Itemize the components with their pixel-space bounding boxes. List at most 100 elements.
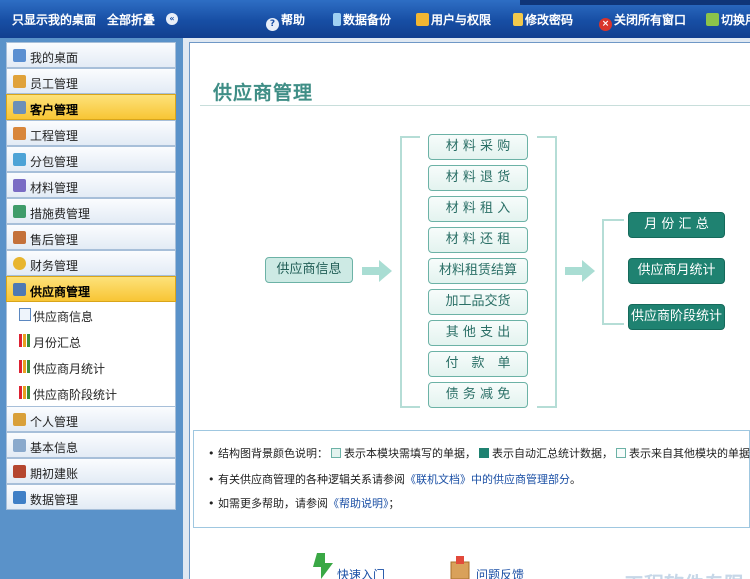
submenu-item-label: 供应商阶段统计 (33, 388, 118, 402)
submenu-item-supplier-stage[interactable]: 供应商阶段统计 (7, 380, 175, 406)
bar-chart-icon (19, 334, 31, 347)
supplier-icon (13, 283, 26, 296)
collapse-all-button[interactable]: 全部折叠 (107, 11, 155, 28)
title-divider (200, 105, 750, 106)
change-password-button[interactable]: 修改密码 (513, 11, 573, 28)
node-payment[interactable]: 付 款 单 (428, 351, 528, 377)
help-line: • 如需更多帮助，请参阅《帮助说明》； (208, 497, 400, 510)
sidebar-item-label: 我的桌面 (30, 51, 79, 65)
sidebar-item-personal[interactable]: 个人管理 (6, 406, 176, 432)
collapse-sidebar-icon[interactable]: « (166, 13, 178, 25)
node-other-expense[interactable]: 其 他 支 出 (428, 320, 528, 346)
sidebar-item-employee[interactable]: 员工管理 (6, 68, 176, 94)
legend-line: • 结构图背景颜色说明： 表示本模块需填写的单据， 表示自动汇总统计数据， 表示来自其… (208, 445, 750, 461)
finance-icon (13, 257, 26, 270)
sidebar-item-basic-info[interactable]: 基本信息 (6, 432, 176, 458)
legend-prefix: 结构图背景颜色说明： (218, 447, 328, 460)
backup-button[interactable]: 数据备份 (333, 11, 391, 28)
legend-dark-swatch (479, 448, 489, 458)
sidebar-item-finance[interactable]: 财务管理 (6, 250, 176, 276)
ledger-icon (13, 465, 26, 478)
top-strip (520, 0, 750, 5)
sidebar-item-label: 分包管理 (30, 155, 79, 169)
legend-mid-swatch (616, 448, 626, 458)
sidebar-item-label: 客户管理 (30, 103, 79, 117)
node-material-purchase[interactable]: 材 料 采 购 (428, 134, 528, 160)
aftersale-icon (13, 231, 26, 244)
node-supplier-stage[interactable]: 供应商阶段统计 (628, 304, 725, 330)
help-suffix: ； (388, 497, 400, 510)
sidebar-item-my-desktop[interactable]: 我的桌面 (6, 42, 176, 68)
switch-user-button[interactable]: 切换用 (706, 11, 750, 28)
close-all-windows-button[interactable]: × 关闭所有窗口 (599, 11, 686, 31)
sidebar-item-label: 供应商管理 (30, 285, 91, 299)
node-monthly-summary[interactable]: 月 份 汇 总 (628, 212, 725, 238)
help-doc-link[interactable]: 《帮助说明》 (328, 497, 389, 510)
quick-start-link[interactable]: 快速入门 (337, 566, 385, 579)
close-icon: × (599, 18, 612, 31)
sidebar: 我的桌面 员工管理 客户管理 工程管理 分包管理 材料管理 措施费管理 售后管理… (0, 38, 183, 579)
users-icon (416, 13, 429, 26)
users-label: 用户与权限 (431, 13, 492, 27)
sidebar-item-customer[interactable]: 客户管理 (6, 94, 176, 120)
switch-user-label: 切换用 (721, 13, 750, 27)
sidebar-item-label: 员工管理 (30, 77, 79, 91)
arrow-right-icon (565, 260, 595, 282)
feedback-link[interactable]: 问题反馈 (476, 566, 524, 579)
show-desktop-button[interactable]: 只显示我的桌面 (12, 11, 96, 28)
sidebar-item-data-management[interactable]: 数据管理 (6, 484, 176, 510)
password-label: 修改密码 (525, 13, 574, 27)
sidebar-item-label: 售后管理 (30, 233, 79, 247)
online-docs-link[interactable]: 《联机文档》中的供应商管理部分 (405, 473, 570, 486)
submenu-item-supplier-monthly[interactable]: 供应商月统计 (7, 354, 175, 380)
legend-dark-text: 表示自动汇总统计数据， (492, 447, 613, 460)
legend-box: • 结构图背景颜色说明： 表示本模块需填写的单据， 表示自动汇总统计数据， 表示来自其… (193, 430, 750, 528)
users-permissions-button[interactable]: 用户与权限 (416, 11, 491, 28)
middle-bracket-right (537, 136, 557, 408)
sidebar-item-supplier[interactable]: 供应商管理 (6, 276, 176, 302)
help-label: 帮助 (281, 13, 306, 27)
node-debt-relief[interactable]: 债 务 减 免 (428, 382, 528, 408)
sidebar-item-label: 工程管理 (30, 129, 79, 143)
node-material-rent-in[interactable]: 材 料 租 入 (428, 196, 528, 222)
sidebar-item-subcontract[interactable]: 分包管理 (6, 146, 176, 172)
document-icon (19, 308, 31, 321)
legend-light-swatch (331, 448, 341, 458)
page-title: 供应商管理 (213, 82, 314, 104)
help-button[interactable]: ? 帮助 (266, 11, 305, 31)
node-rent-settlement[interactable]: 材料租赁结算 (428, 258, 528, 284)
submenu-item-supplier-info[interactable]: 供应商信息 (7, 302, 175, 328)
submenu-item-monthly-summary[interactable]: 月份汇总 (7, 328, 175, 354)
quick-start-icon (313, 553, 333, 579)
sidebar-item-label: 基本信息 (30, 441, 79, 455)
right-bracket (602, 219, 624, 325)
docs-suffix: 。 (570, 473, 581, 486)
node-supplier-info[interactable]: 供应商信息 (265, 257, 353, 283)
arrow-right-icon (362, 260, 392, 282)
desktop-icon (13, 49, 26, 62)
sidebar-item-project[interactable]: 工程管理 (6, 120, 176, 146)
top-toolbar: 只显示我的桌面 全部折叠 « ? 帮助 数据备份 用户与权限 修改密码 × 关闭所有… (0, 0, 750, 38)
key-icon (513, 13, 523, 26)
docs-line: • 有关供应商管理的各种逻辑关系请参阅《联机文档》中的供应商管理部分。 (208, 473, 581, 486)
node-material-return[interactable]: 材 料 退 货 (428, 165, 528, 191)
sidebar-menu: 我的桌面 员工管理 客户管理 工程管理 分包管理 材料管理 措施费管理 售后管理… (6, 42, 176, 510)
help-prefix: 如需更多帮助，请参阅 (218, 497, 328, 510)
submenu-item-label: 月份汇总 (33, 336, 82, 350)
node-processed-delivery[interactable]: 加工品交货 (428, 289, 528, 315)
node-supplier-monthly[interactable]: 供应商月统计 (628, 258, 725, 284)
submenu-item-label: 供应商月统计 (33, 362, 106, 376)
bar-chart-icon (19, 386, 31, 399)
sidebar-item-aftersale[interactable]: 售后管理 (6, 224, 176, 250)
middle-bracket-left (400, 136, 420, 408)
sidebar-item-material[interactable]: 材料管理 (6, 172, 176, 198)
sidebar-item-label: 财务管理 (30, 259, 79, 273)
sidebar-item-measure-fee[interactable]: 措施费管理 (6, 198, 176, 224)
bar-chart-icon (19, 360, 31, 373)
sidebar-item-label: 材料管理 (30, 181, 79, 195)
node-material-rent-return[interactable]: 材 料 还 租 (428, 227, 528, 253)
help-icon: ? (266, 18, 279, 31)
material-icon (13, 179, 26, 192)
sidebar-item-opening-ledger[interactable]: 期初建账 (6, 458, 176, 484)
employee-icon (13, 75, 26, 88)
